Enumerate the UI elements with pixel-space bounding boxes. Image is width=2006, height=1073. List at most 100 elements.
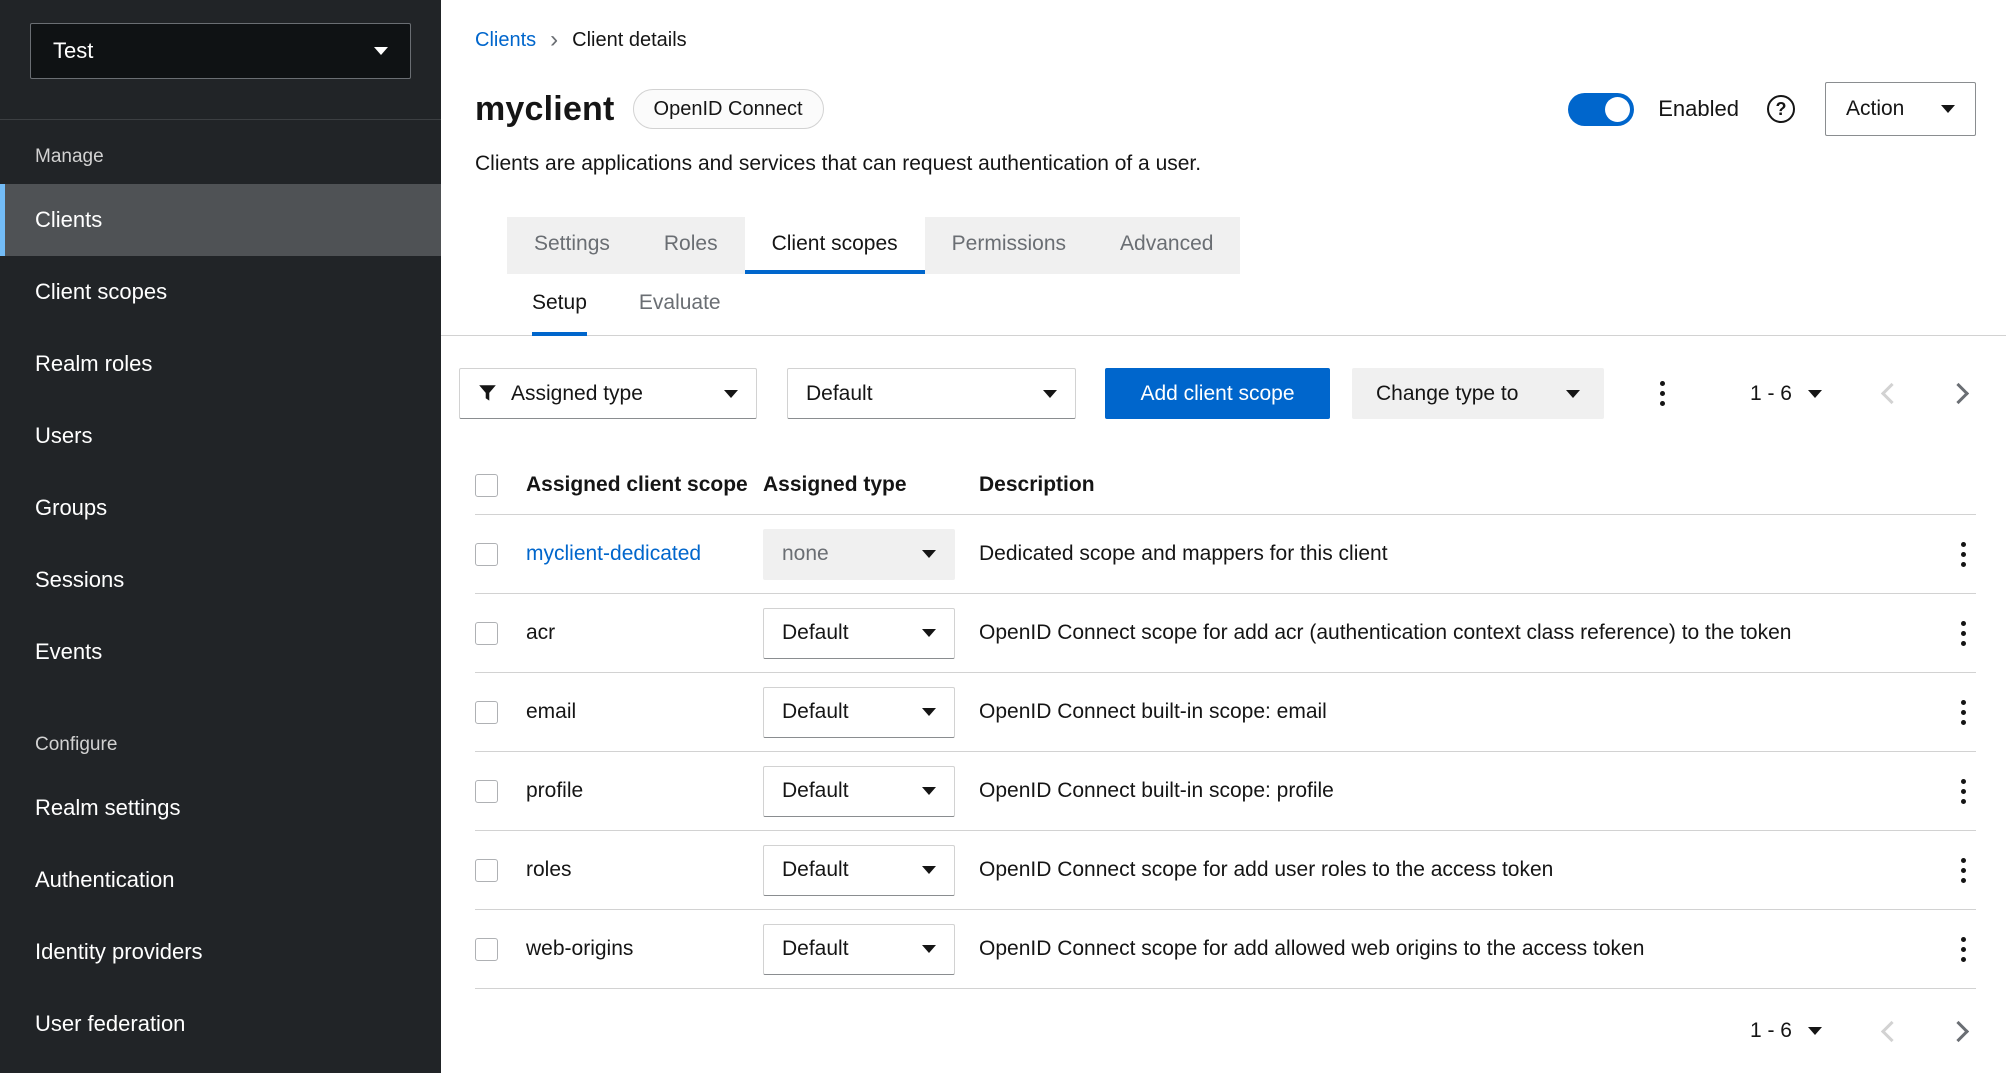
row-kebab-menu[interactable] — [1953, 929, 1974, 970]
scope-description: OpenID Connect built-in scope: email — [979, 700, 1920, 724]
scope-description: OpenID Connect scope for add acr (authen… — [979, 621, 1920, 645]
table-header-row: Assigned client scope Assigned type Desc… — [475, 456, 1976, 515]
sidebar-item-label: Sessions — [35, 567, 124, 593]
subtab[interactable]: Evaluate — [639, 274, 721, 336]
assigned-type-dropdown[interactable]: Default — [763, 687, 955, 738]
chevron-down-icon — [922, 629, 936, 637]
chevron-down-icon — [374, 47, 388, 55]
sidebar-item[interactable]: Realm roles — [0, 328, 441, 400]
sidebar-item-label: Events — [35, 639, 102, 665]
table-row: profile Default OpenID Connect built-in … — [475, 752, 1976, 831]
chevron-down-icon — [1043, 390, 1057, 398]
pagination-top: 1 - 6 — [1750, 382, 1976, 406]
row-checkbox[interactable] — [475, 938, 498, 961]
scope-name[interactable]: myclient-dedicated — [526, 542, 763, 566]
toggle-knob — [1605, 97, 1630, 122]
tab[interactable]: Permissions — [925, 217, 1093, 274]
assigned-type-dropdown[interactable]: Default — [763, 766, 955, 817]
pagination-range-label: 1 - 6 — [1750, 1019, 1792, 1043]
tab[interactable]: Client scopes — [745, 217, 925, 274]
sidebar-item[interactable]: Identity providers — [0, 916, 441, 988]
enabled-toggle[interactable] — [1568, 93, 1634, 126]
tab[interactable]: Settings — [507, 217, 637, 274]
table-row: web-origins Default OpenID Connect scope… — [475, 910, 1976, 989]
nav-section-title-manage: Manage — [0, 120, 441, 184]
prev-page-icon[interactable] — [1881, 1020, 1902, 1041]
breadcrumb-separator-icon: › — [550, 28, 558, 52]
row-kebab-menu[interactable] — [1953, 534, 1974, 575]
pagination-bottom: 1 - 6 — [1750, 1019, 1976, 1043]
toolbar-kebab-menu[interactable] — [1652, 373, 1673, 414]
next-page-icon[interactable] — [1948, 1020, 1969, 1041]
scope-name[interactable]: profile — [526, 779, 763, 803]
assigned-type-dropdown[interactable]: Default — [763, 845, 955, 896]
filter-type-label: Assigned type — [511, 382, 643, 406]
scope-name[interactable]: roles — [526, 858, 763, 882]
table-body: myclient-dedicated none Dedicated scope … — [475, 515, 1976, 989]
toolbar: Assigned type Default Add client scope C… — [459, 368, 1976, 419]
row-kebab-menu[interactable] — [1953, 850, 1974, 891]
row-checkbox[interactable] — [475, 622, 498, 645]
sidebar-item[interactable]: Clients — [0, 184, 441, 256]
scope-description: OpenID Connect scope for add allowed web… — [979, 937, 1920, 961]
scope-description: OpenID Connect built-in scope: profile — [979, 779, 1920, 803]
assigned-type-dropdown[interactable]: Default — [763, 924, 955, 975]
next-page-icon[interactable] — [1948, 383, 1969, 404]
manage-nav-list: Clients Client scopes Realm roles Users … — [0, 184, 441, 688]
subtab[interactable]: Setup — [532, 274, 587, 336]
row-kebab-menu[interactable] — [1953, 771, 1974, 812]
sidebar-item-label: User federation — [35, 1011, 185, 1037]
row-checkbox[interactable] — [475, 543, 498, 566]
table-row: myclient-dedicated none Dedicated scope … — [475, 515, 1976, 594]
pagination-range-dropdown[interactable]: 1 - 6 — [1750, 1019, 1822, 1043]
sidebar-item[interactable]: Users — [0, 400, 441, 472]
subtab-label: Evaluate — [639, 291, 721, 315]
table-row: email Default OpenID Connect built-in sc… — [475, 673, 1976, 752]
tab-label: Client scopes — [772, 232, 898, 256]
row-checkbox[interactable] — [475, 780, 498, 803]
configure-nav-list: Realm settings Authentication Identity p… — [0, 772, 441, 1060]
pagination-range-dropdown[interactable]: 1 - 6 — [1750, 382, 1822, 406]
filter-value-dropdown[interactable]: Default — [787, 368, 1076, 419]
sidebar-item[interactable]: Events — [0, 616, 441, 688]
assigned-type-dropdown[interactable]: Default — [763, 608, 955, 659]
scope-description: OpenID Connect scope for add user roles … — [979, 858, 1920, 882]
client-tabs: Settings Roles Client scopes Permissions… — [507, 217, 1976, 274]
tab[interactable]: Roles — [637, 217, 745, 274]
row-checkbox[interactable] — [475, 859, 498, 882]
sidebar-item[interactable]: Realm settings — [0, 772, 441, 844]
realm-name: Test — [53, 38, 93, 64]
sidebar-item[interactable]: Groups — [0, 472, 441, 544]
row-checkbox[interactable] — [475, 701, 498, 724]
prev-page-icon[interactable] — [1881, 383, 1902, 404]
select-all-checkbox[interactable] — [475, 474, 498, 497]
assigned-type-dropdown[interactable]: none — [763, 529, 955, 580]
sidebar-item[interactable]: Sessions — [0, 544, 441, 616]
action-dropdown[interactable]: Action — [1825, 82, 1976, 136]
sidebar-item-label: Identity providers — [35, 939, 203, 965]
sidebar-nav: Manage Clients Client scopes Realm roles… — [0, 120, 441, 1060]
sidebar-item-label: Clients — [35, 207, 102, 233]
row-kebab-menu[interactable] — [1953, 692, 1974, 733]
row-kebab-menu[interactable] — [1953, 613, 1974, 654]
change-type-dropdown[interactable]: Change type to — [1352, 368, 1604, 419]
chevron-down-icon — [922, 945, 936, 953]
add-client-scope-button[interactable]: Add client scope — [1105, 368, 1330, 419]
scope-name[interactable]: email — [526, 700, 763, 724]
tab[interactable]: Advanced — [1093, 217, 1240, 274]
enabled-label: Enabled — [1658, 96, 1739, 122]
sidebar-item[interactable]: Client scopes — [0, 256, 441, 328]
tab-label: Roles — [664, 232, 718, 256]
help-icon[interactable]: ? — [1767, 95, 1795, 123]
scope-name[interactable]: web-origins — [526, 937, 763, 961]
sidebar-item[interactable]: User federation — [0, 988, 441, 1060]
assigned-type-value: Default — [782, 779, 849, 803]
filter-type-dropdown[interactable]: Assigned type — [459, 368, 757, 419]
breadcrumb-link-clients[interactable]: Clients — [475, 29, 536, 52]
tab-label: Advanced — [1120, 232, 1213, 256]
page-header: myclient OpenID Connect Enabled ? Action — [475, 82, 1976, 136]
realm-selector-area: Test — [0, 0, 441, 120]
sidebar-item[interactable]: Authentication — [0, 844, 441, 916]
realm-selector[interactable]: Test — [30, 23, 411, 79]
scope-name[interactable]: acr — [526, 621, 763, 645]
